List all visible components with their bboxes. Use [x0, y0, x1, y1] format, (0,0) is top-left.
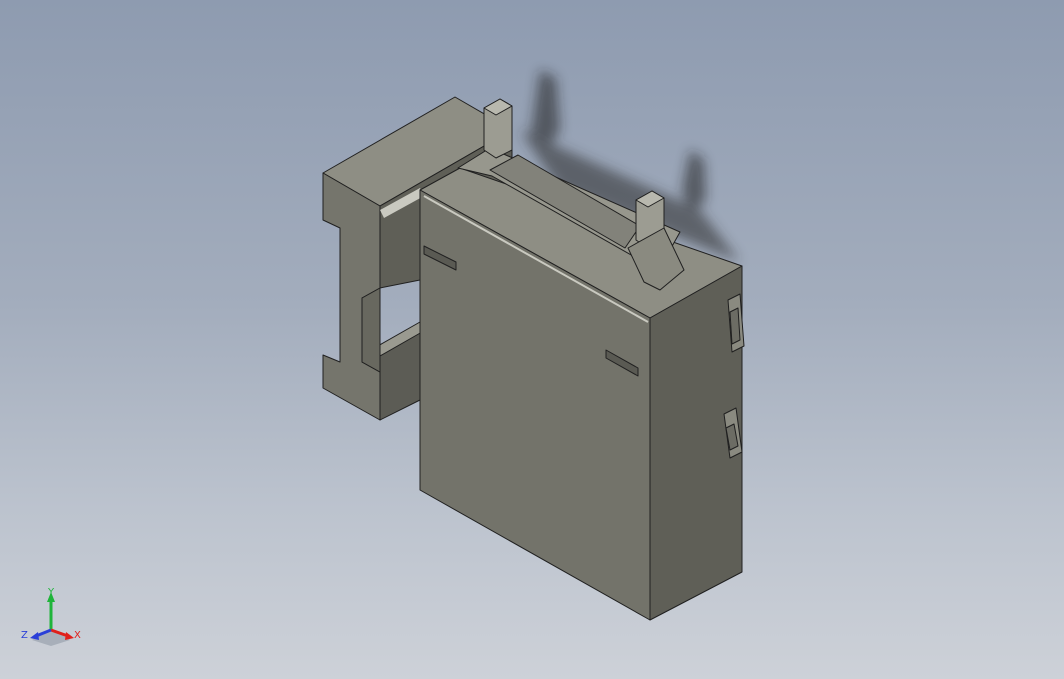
z-axis-arrow-icon: [30, 632, 39, 640]
view-orientation-triad[interactable]: Y X Z: [18, 586, 84, 646]
cad-model-view[interactable]: [0, 0, 1064, 679]
graphics-viewport[interactable]: Y X Z: [0, 0, 1064, 679]
side-clip-upper-inner: [729, 307, 741, 345]
y-axis-label: Y: [47, 587, 55, 598]
z-axis-label: Z: [21, 630, 28, 641]
x-axis-label: X: [74, 630, 81, 641]
triad-graphic: Y X Z: [21, 587, 81, 646]
bracket-side-face: [361, 287, 381, 373]
x-axis-arrow-icon: [65, 632, 74, 640]
